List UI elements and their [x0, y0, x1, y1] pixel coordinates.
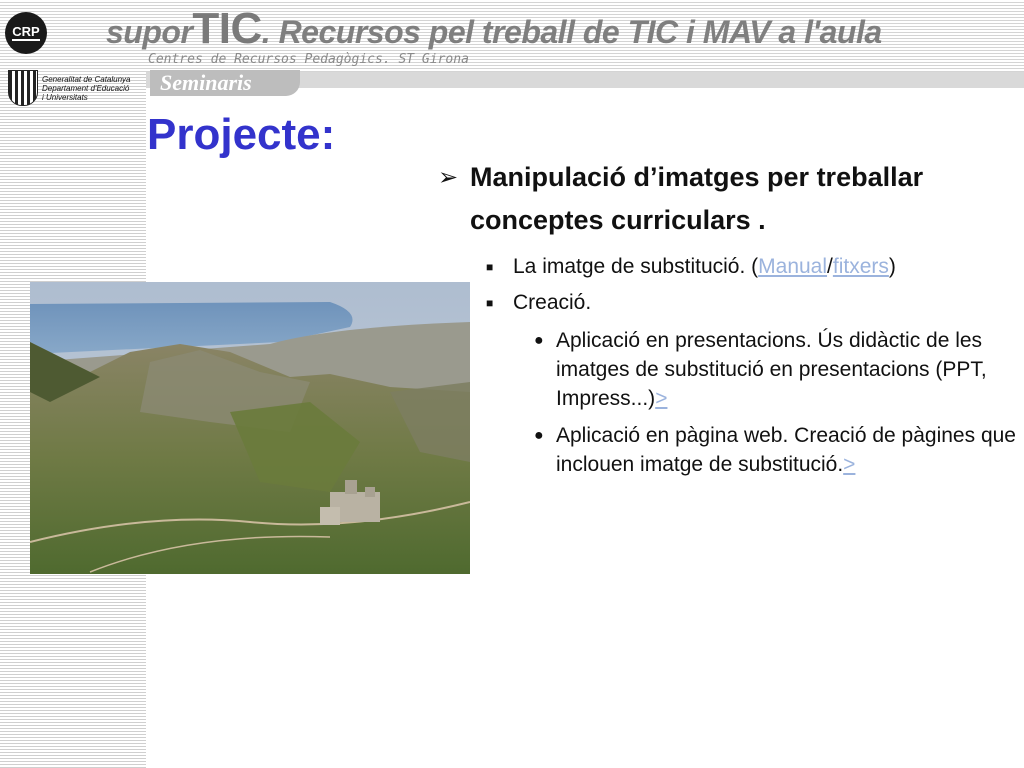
gencat-emblem-icon — [8, 70, 38, 106]
round-bullet-icon: ● — [534, 332, 544, 349]
round-bullet-icon: ● — [534, 427, 544, 444]
list-item: ■ La imatge de substitució. (Manual/fitx… — [436, 252, 1016, 282]
header-subtitle: Centres de Recursos Pedagògics. ST Giron… — [148, 52, 469, 67]
slide-bullets: ➢ Manipulació d’imatges per treballar co… — [436, 156, 1016, 479]
title-rest: . Recursos pel treball de TIC i MAV a l'… — [261, 14, 882, 50]
presentations-link[interactable]: > — [655, 387, 667, 410]
section-tab: Seminaris — [150, 70, 300, 96]
webpage-link[interactable]: > — [843, 453, 855, 476]
gencat-text: Generalitat de Catalunya Departament d'E… — [42, 74, 131, 102]
gencat-logo: Generalitat de Catalunya Departament d'E… — [8, 70, 131, 106]
main-point: ➢ Manipulació d’imatges per treballar co… — [436, 156, 1016, 242]
list-item: ■ Creació. — [436, 288, 1016, 318]
title-tic: TIC — [192, 4, 262, 53]
landscape-photo — [30, 282, 470, 574]
arrow-bullet-icon: ➢ — [438, 164, 459, 191]
slide-title: Projecte: — [147, 110, 336, 159]
fitxers-link[interactable]: fitxers — [833, 255, 889, 278]
title-prefix: supor — [106, 14, 193, 50]
header-title: suporTIC. Recursos pel treball de TIC i … — [106, 4, 882, 54]
crp-logo: CRP — [5, 12, 47, 54]
square-bullet-icon: ■ — [486, 296, 494, 310]
manual-link[interactable]: Manual — [758, 255, 827, 278]
list-item: ● Aplicació en presentacions. Ús didàcti… — [436, 326, 1016, 413]
list-item: ● Aplicació en pàgina web. Creació de pà… — [436, 421, 1016, 479]
square-bullet-icon: ■ — [486, 260, 494, 274]
